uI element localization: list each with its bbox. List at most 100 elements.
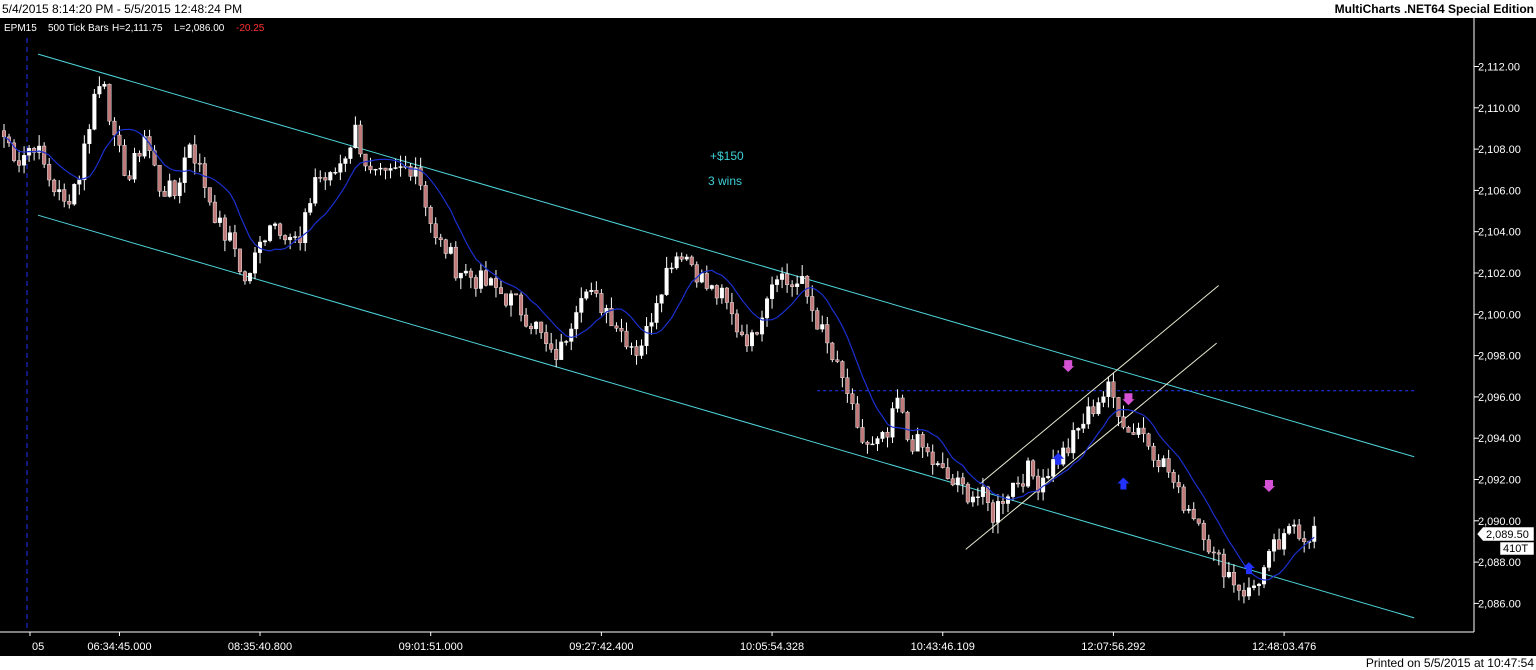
y-tick-label: 2,096.00	[1478, 392, 1521, 404]
y-tick-label: 2,098.00	[1478, 351, 1521, 363]
candle-body	[810, 296, 815, 311]
candle-body	[1006, 496, 1011, 504]
candle-body	[1031, 460, 1036, 477]
candle-body	[1141, 427, 1146, 435]
candle-body	[639, 345, 644, 356]
candle-body	[1086, 406, 1091, 425]
candle-body	[965, 483, 970, 503]
candle-body	[1272, 539, 1277, 552]
candle-body	[649, 322, 654, 327]
candle-body	[127, 175, 132, 180]
candle-body	[433, 223, 438, 239]
candle-body	[1262, 567, 1267, 585]
date-range: 5/4/2015 8:14:20 PM - 5/5/2015 12:48:24 …	[2, 2, 243, 16]
candle-body	[689, 256, 694, 265]
x-tick-label: 05	[32, 641, 44, 653]
candle-body	[308, 203, 313, 213]
candle-body	[805, 275, 810, 297]
candle-body	[1061, 447, 1066, 465]
candle-body	[117, 134, 122, 146]
candle-body	[1236, 584, 1241, 591]
candle-body	[669, 267, 674, 270]
candle-body	[629, 346, 634, 348]
candle-body	[800, 275, 805, 284]
candle-body	[1211, 551, 1216, 554]
candle-body	[388, 168, 393, 171]
printed-timestamp: Printed on 5/5/2015 at 10:47:54	[1365, 656, 1534, 670]
candle-body	[1021, 483, 1026, 487]
candle-body	[970, 496, 975, 503]
candle-body	[549, 343, 554, 350]
candle-body	[478, 270, 483, 289]
wins-annotation: 3 wins	[708, 174, 742, 188]
candle-body	[594, 290, 599, 294]
candle-body	[1251, 585, 1256, 588]
candle-body	[1312, 525, 1317, 542]
candle-body	[599, 293, 604, 313]
high-label: H=2,111.75	[112, 23, 163, 34]
plot-background	[0, 18, 1536, 656]
candle-body	[885, 432, 890, 438]
candle-body	[268, 225, 273, 241]
candle-body	[172, 180, 177, 196]
candle-body	[1081, 423, 1086, 429]
y-tick-label: 2,090.00	[1478, 516, 1521, 528]
candle-body	[619, 328, 624, 332]
candle-body	[509, 293, 514, 306]
candle-body	[1241, 590, 1246, 597]
candle-body	[990, 502, 995, 523]
y-tick-label: 2,092.00	[1478, 475, 1521, 487]
candle-body	[343, 158, 348, 164]
candle-body	[493, 278, 498, 288]
candle-body	[323, 177, 328, 181]
candle-body	[217, 217, 222, 223]
candle-body	[1196, 518, 1201, 524]
candle-body	[1071, 430, 1076, 454]
pnl-annotation: +$150	[710, 149, 744, 163]
symbol-label: EPM15	[4, 23, 37, 34]
candle-body	[714, 285, 719, 299]
candle-body	[840, 361, 845, 378]
candle-body	[900, 397, 905, 413]
candle-body	[97, 86, 102, 95]
candle-body	[995, 501, 1000, 523]
candle-body	[448, 246, 453, 254]
candle-body	[207, 187, 212, 203]
candle-body	[960, 477, 965, 485]
candle-body	[1282, 533, 1287, 550]
candle-body	[328, 172, 333, 181]
low-label: L=2,086.00	[174, 23, 225, 34]
candle-body	[1101, 396, 1106, 403]
candle-body	[423, 185, 428, 208]
x-tick-label: 06:34:45.000	[87, 641, 151, 653]
candle-body	[529, 325, 534, 330]
candle-body	[559, 341, 564, 360]
candle-body	[263, 240, 268, 243]
y-tick-label: 2,112.00	[1478, 62, 1520, 74]
candle-body	[67, 201, 72, 205]
candle-body	[890, 408, 895, 438]
candle-body	[1151, 445, 1156, 461]
chart[interactable]: EPM15 500 Tick Bars H=2,111.75 L=2,086.0…	[0, 18, 1536, 656]
candle-body	[905, 411, 910, 440]
candle-body	[684, 256, 689, 260]
y-tick-label: 2,108.00	[1478, 144, 1521, 156]
candle-body	[1026, 460, 1031, 487]
candle-body	[373, 168, 378, 171]
candle-body	[1277, 539, 1282, 550]
candle-body	[167, 180, 172, 197]
candle-body	[468, 270, 473, 278]
candle-body	[895, 397, 900, 409]
candle-body	[574, 312, 579, 330]
candle-body	[930, 451, 935, 465]
candle-body	[92, 93, 97, 130]
candle-body	[1046, 476, 1051, 479]
candle-body	[554, 349, 559, 360]
candle-body	[1091, 406, 1096, 415]
candle-body	[353, 124, 358, 149]
candle-body	[283, 235, 288, 241]
candle-body	[383, 167, 388, 171]
candle-body	[925, 447, 930, 453]
candle-body	[870, 443, 875, 446]
candle-body	[473, 277, 478, 289]
